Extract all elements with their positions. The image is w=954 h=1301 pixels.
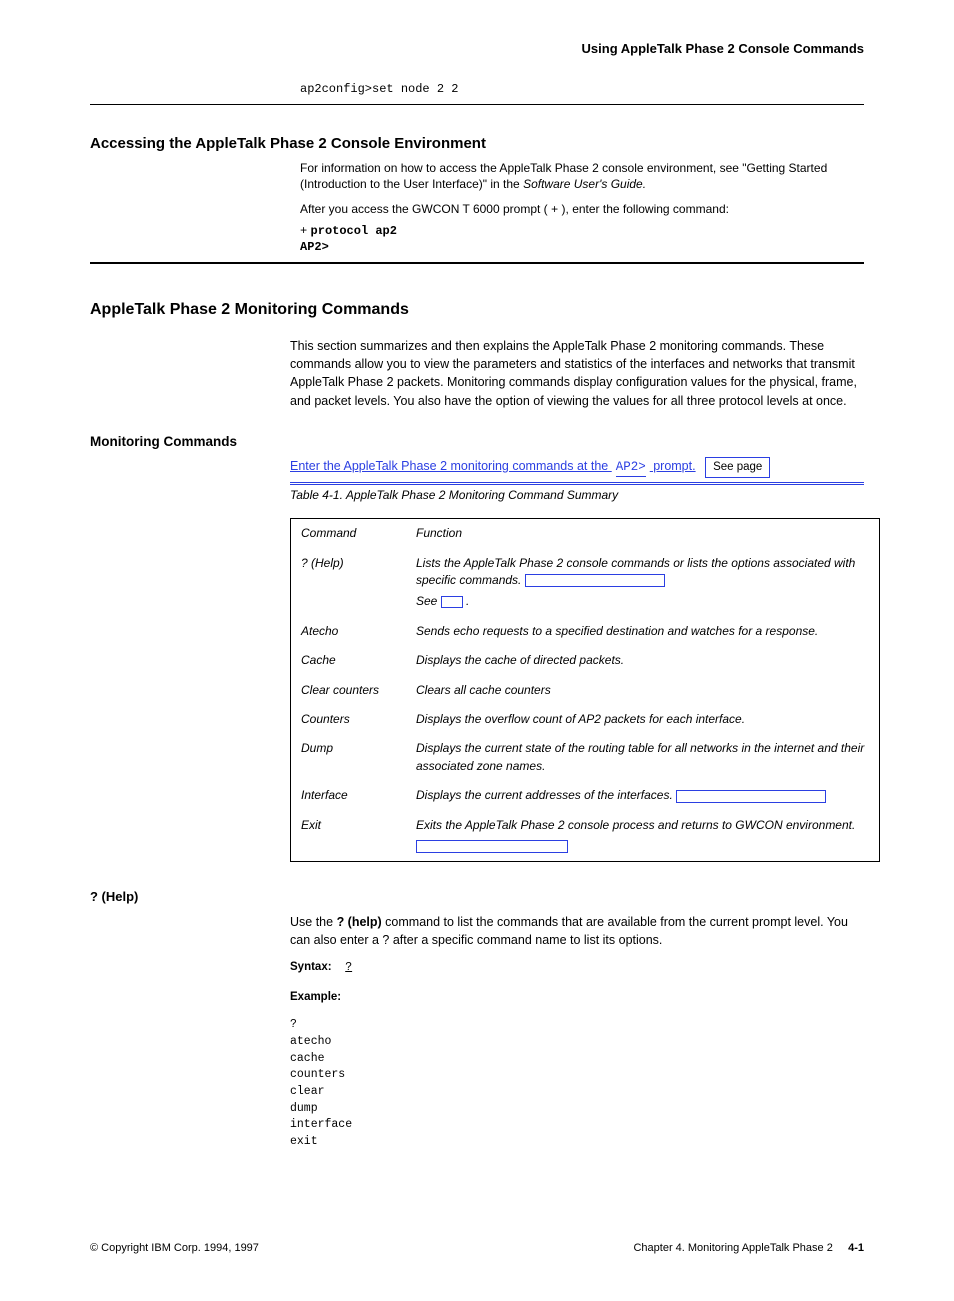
table-cell-func: Lists the AppleTalk Phase 2 console comm… <box>416 555 869 611</box>
table-cell-cmd: Atecho <box>301 623 416 640</box>
table-func-text: Displays the current addresses of the in… <box>416 788 676 802</box>
table-cell-cmd: Exit <box>301 817 416 856</box>
table-header-function: Function <box>416 525 869 542</box>
page-ref-box[interactable] <box>441 596 463 608</box>
access-text-suffix: in the <box>490 177 523 191</box>
table-cell-func: Sends echo requests to a specified desti… <box>416 623 869 640</box>
help-desc-prefix: Use the <box>290 915 337 929</box>
table-intro-suffix: prompt. <box>650 459 696 473</box>
page-ref-box[interactable] <box>416 840 568 853</box>
plus-icon: + <box>300 224 307 238</box>
example-code-block: ? atecho cache counters clear dump inter… <box>290 1017 864 1150</box>
table-cell-cmd: Counters <box>301 711 416 728</box>
table-cell-cmd: Dump <box>301 740 416 775</box>
access-text-prefix: For information on how to access the App… <box>300 161 739 175</box>
syntax-label: Syntax: <box>290 959 342 976</box>
see-page-box[interactable]: See page <box>705 457 770 478</box>
t6000-label: After you access the GWCON T 6000 prompt… <box>300 202 551 216</box>
table-cell-func: Displays the current state of the routin… <box>416 740 869 775</box>
footer-chapter-text: Chapter 4. Monitoring AppleTalk Phase 2 <box>633 1242 832 1254</box>
table-row: Dump Displays the current state of the r… <box>291 734 879 781</box>
table-cell-func: Clears all cache counters <box>416 682 869 699</box>
access-book-title: Software User's Guide. <box>523 177 646 191</box>
protocol-line: + protocol ap2 <box>300 223 864 240</box>
table-row: ? (Help) Lists the AppleTalk Phase 2 con… <box>291 549 879 617</box>
table-func-text: Exits the AppleTalk Phase 2 console proc… <box>416 818 855 832</box>
t6000-prompt-block: After you access the GWCON T 6000 prompt… <box>300 202 864 219</box>
table-cell-cmd: Clear counters <box>301 682 416 699</box>
syntax-line: Syntax: ? <box>290 959 864 977</box>
ap2-prompt-display: AP2> <box>300 239 864 256</box>
footer-copyright: © Copyright IBM Corp. 1994, 1997 <box>90 1241 259 1257</box>
table-cell-func: Displays the overflow count of AP2 packe… <box>416 711 869 728</box>
help-command-description: Use the ? (help) command to list the com… <box>290 913 850 949</box>
table-row: Counters Displays the overflow count of … <box>291 705 879 734</box>
divider <box>90 104 864 105</box>
page-ref-box[interactable] <box>676 790 826 803</box>
ap2-prompt-inline: AP2> <box>616 458 646 477</box>
table-intro-prefix: Enter the AppleTalk Phase 2 monitoring c… <box>290 459 612 473</box>
table-row: Atecho Sends echo requests to a specifie… <box>291 617 879 646</box>
table-header-row: Command Function <box>291 519 879 548</box>
footer-chapter: Chapter 4. Monitoring AppleTalk Phase 2 … <box>633 1241 864 1257</box>
table-cell-func: Displays the cache of directed packets. <box>416 652 869 669</box>
table-inline-period: . <box>463 594 470 608</box>
monitoring-subhead: Monitoring Commands <box>90 432 864 452</box>
example-label: Example: <box>290 989 864 1006</box>
prev-example-code: ap2config>set node 2 2 <box>300 81 864 98</box>
table-row: Interface Displays the current addresses… <box>291 781 879 810</box>
footer-page-number: 4-1 <box>848 1242 864 1254</box>
table-row: Clear counters Clears all cache counters <box>291 676 879 705</box>
command-summary-table: Command Function ? (Help) Lists the Appl… <box>290 518 880 862</box>
section-heading-monitoring: AppleTalk Phase 2 Monitoring Commands <box>90 298 864 321</box>
table-top-rule <box>290 482 864 485</box>
table-row: Cache Displays the cache of directed pac… <box>291 646 879 675</box>
access-paragraph: For information on how to access the App… <box>300 161 864 192</box>
help-desc-bold: ? (help) <box>337 915 382 929</box>
page-ref-box[interactable] <box>525 574 665 587</box>
monitoring-intro-paragraph: This section summarizes and then explain… <box>290 337 864 410</box>
table-header-command: Command <box>301 525 416 542</box>
t6000-label-end: ), enter the following command: <box>558 202 729 216</box>
table-row: Exit Exits the AppleTalk Phase 2 console… <box>291 811 879 862</box>
ap2-prompt-text: AP2> <box>300 240 329 254</box>
table-cell-func: Displays the current addresses of the in… <box>416 787 869 804</box>
table-intro-line: Enter the AppleTalk Phase 2 monitoring c… <box>290 457 864 480</box>
syntax-value: ? <box>345 961 352 974</box>
table-cell-cmd: Interface <box>301 787 416 804</box>
help-command-section: ? (Help) Use the ? (help) command to lis… <box>90 888 864 1150</box>
table-cell-cmd: ? (Help) <box>301 555 416 611</box>
table-cell-func: Exits the AppleTalk Phase 2 console proc… <box>416 817 869 856</box>
help-command-title: ? (Help) <box>90 888 864 907</box>
section-divider <box>90 262 864 264</box>
page-running-head: Using AppleTalk Phase 2 Console Commands <box>90 40 864 59</box>
section-heading-access: Accessing the AppleTalk Phase 2 Console … <box>90 133 864 155</box>
table-cell-cmd: Cache <box>301 652 416 669</box>
protocol-cmd: protocol ap2 <box>311 224 397 238</box>
table-caption: Table 4-1. AppleTalk Phase 2 Monitoring … <box>290 487 864 504</box>
table-inline-see: See <box>416 594 441 608</box>
